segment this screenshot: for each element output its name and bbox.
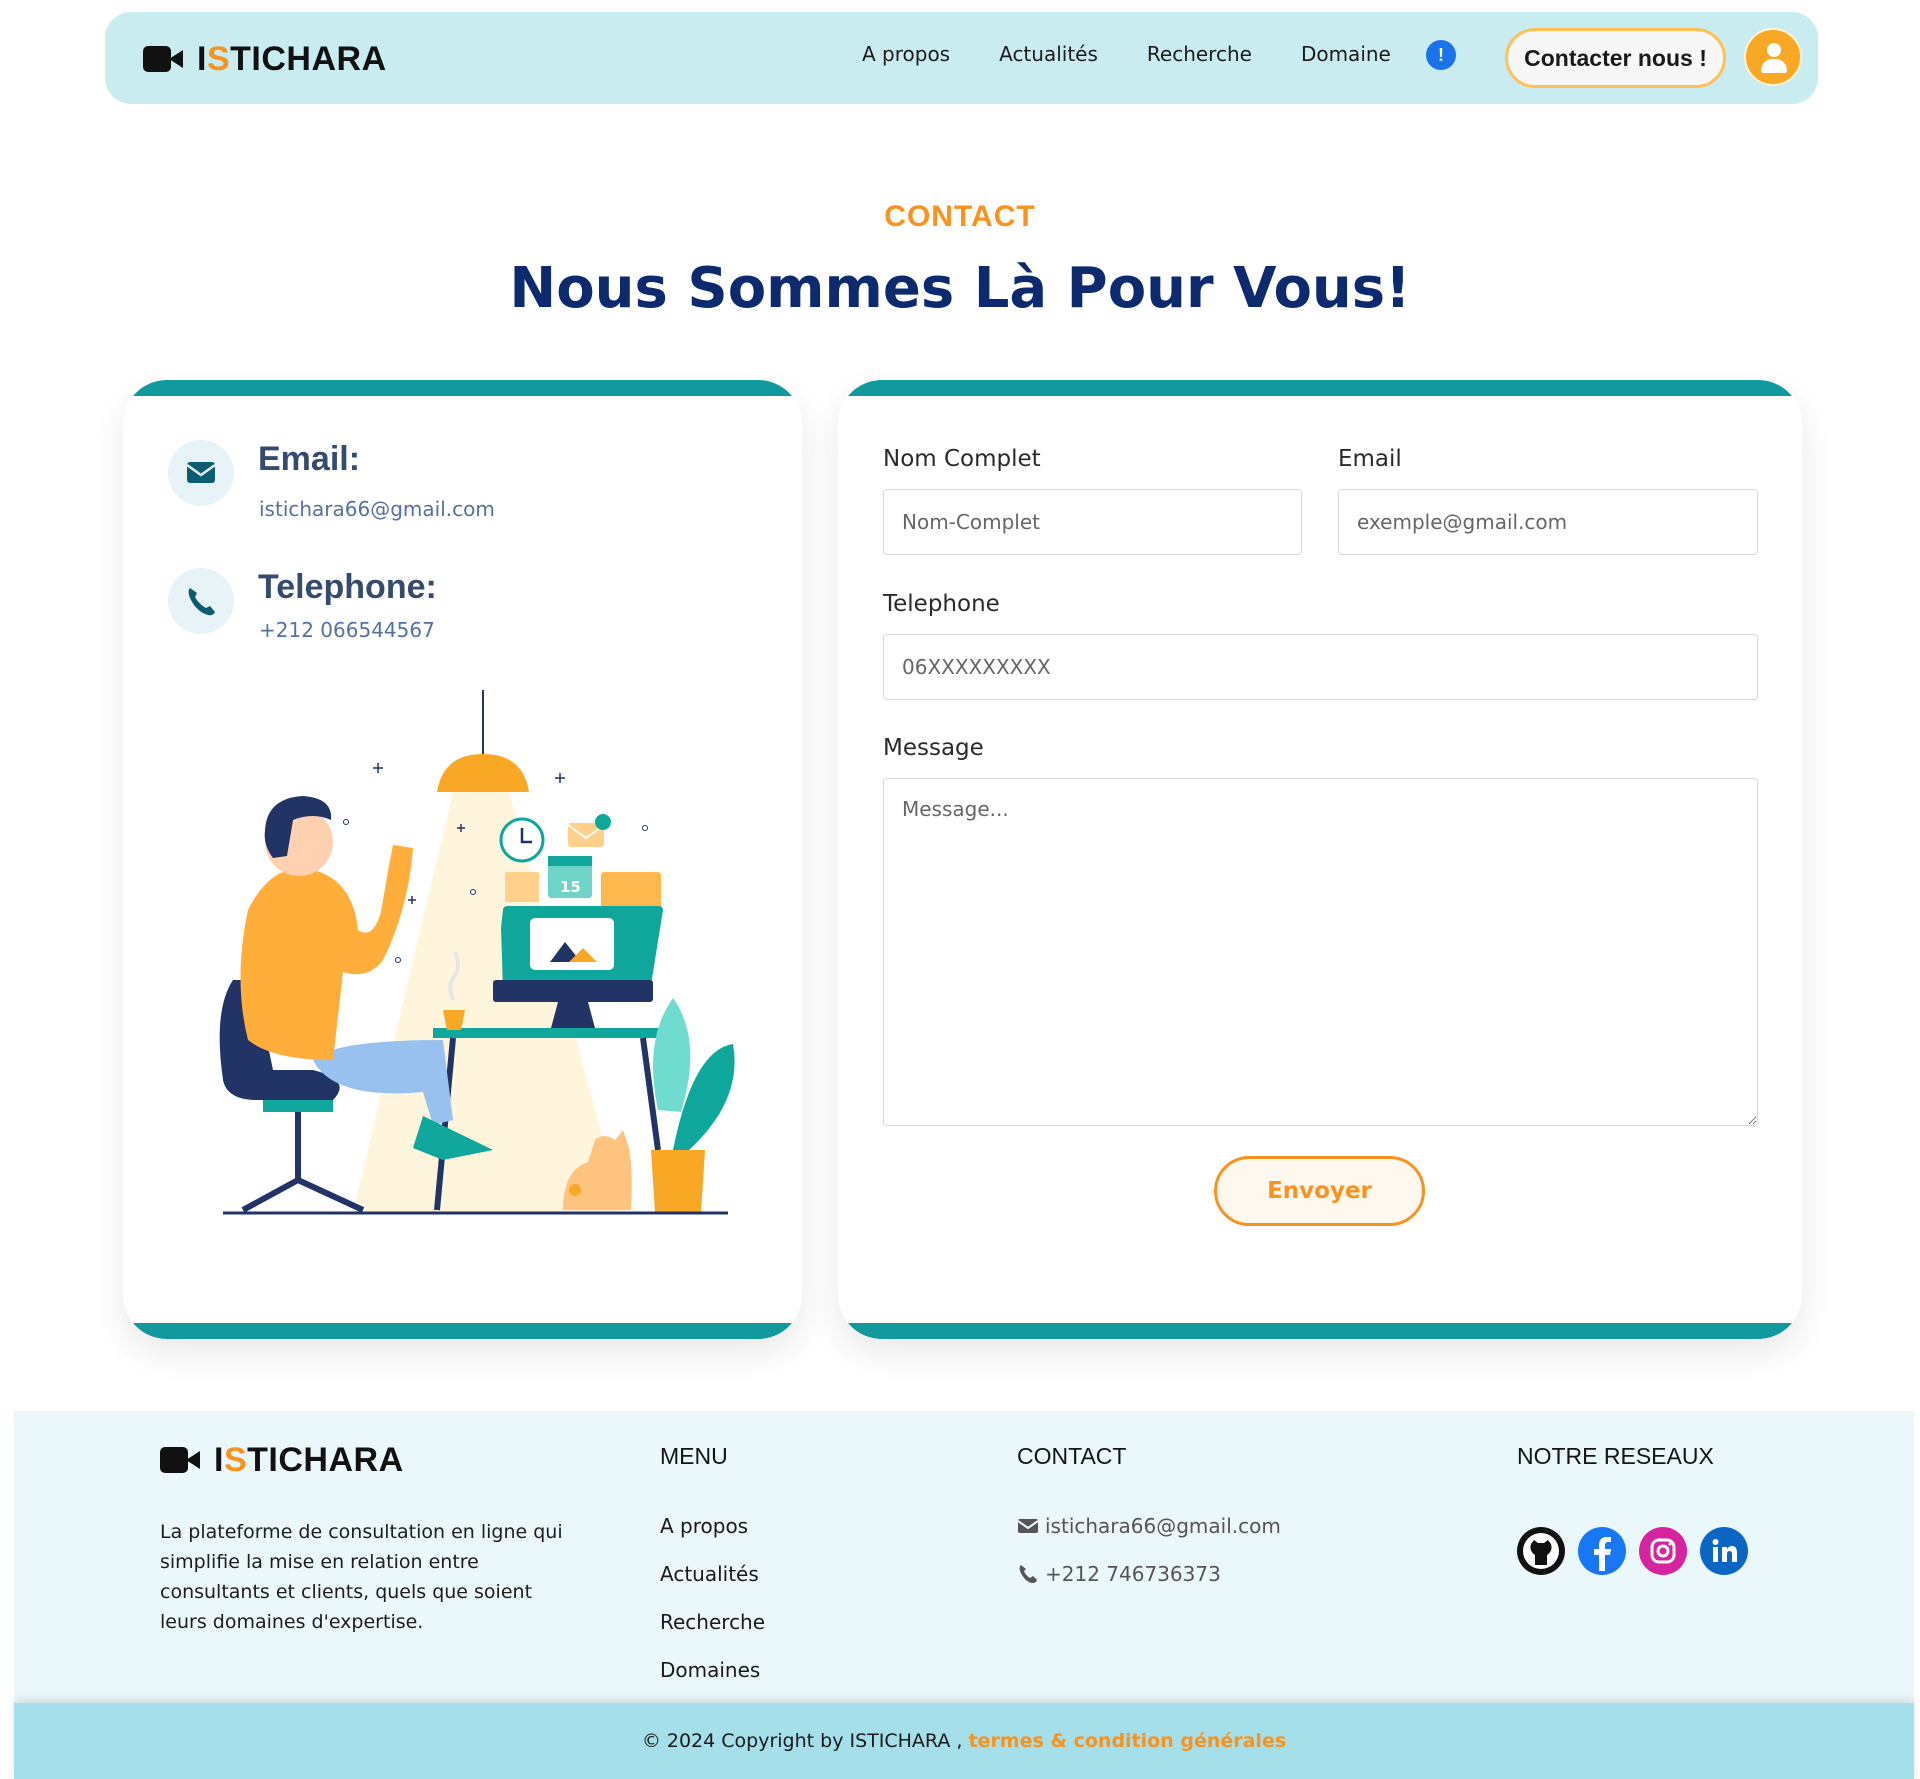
email-heading: Email: [258,440,361,478]
footer-brand-name: ISTICHARA [214,1441,404,1479]
svg-text:15: 15 [560,878,581,896]
phone-label: Telephone [883,591,1000,617]
footer-phone[interactable]: +212 746736373 [1017,1562,1221,1586]
phone-input[interactable] [883,634,1758,700]
message-textarea[interactable] [883,778,1758,1126]
message-label: Message [883,735,984,761]
user-avatar-icon[interactable] [1744,28,1802,86]
nav-link-actualites[interactable]: Actualités [999,42,1098,66]
footer-menu-title: MENU [660,1443,728,1469]
section-label: CONTACT [884,200,1036,233]
full-name-input[interactable] [883,489,1302,555]
email-input[interactable] [1338,489,1758,555]
envelope-icon [168,440,234,506]
social-links [1517,1527,1761,1575]
phone-icon [168,568,234,634]
contact-form-card: Nom Complet Email Telephone Message Envo… [838,380,1802,1339]
send-button[interactable]: Envoyer [1214,1156,1425,1226]
phone-heading: Telephone: [258,568,437,606]
email-label: Email [1338,446,1402,472]
page-title: Nous Sommes Là Pour Vous! [509,256,1411,321]
phone-value[interactable]: +212 066544567 [259,618,435,642]
phone-icon [1019,1565,1037,1583]
nav-links: A propos Actualités Recherche Domaine [862,42,1440,66]
footer-link-a-propos[interactable]: A propos [660,1514,748,1538]
footer-phone-text: +212 746736373 [1045,1562,1221,1586]
copyright-text: © 2024 Copyright by ISTICHARA , [641,1730,963,1752]
footer-description: La plateforme de consultation en ligne q… [160,1521,563,1633]
envelope-icon [1017,1519,1039,1533]
brand-name: ISTICHARA [197,40,387,78]
footer-brand-logo[interactable]: ISTICHARA [160,1443,404,1477]
footer-link-recherche[interactable]: Recherche [660,1610,765,1634]
email-value[interactable]: istichara66@gmail.com [259,497,495,521]
nav-link-recherche[interactable]: Recherche [1147,42,1252,66]
video-camera-icon [143,46,185,72]
footer-contact-title: CONTACT [1017,1443,1127,1469]
contact-info-card: Email: istichara66@gmail.com Telephone: … [123,380,802,1339]
github-icon[interactable] [1517,1527,1565,1575]
brand-logo[interactable]: ISTICHARA [143,42,387,76]
contact-us-button[interactable]: Contacter nous ! [1505,28,1726,88]
terms-link[interactable]: termes & condition générales [968,1730,1286,1752]
video-camera-icon [160,1447,202,1473]
footer-link-actualites[interactable]: Actualités [660,1562,759,1586]
footer-email[interactable]: istichara66@gmail.com [1017,1514,1281,1538]
footer-link-domaines[interactable]: Domaines [660,1658,760,1682]
footer-email-text: istichara66@gmail.com [1045,1514,1281,1538]
nav-link-a-propos[interactable]: A propos [862,42,950,66]
footer-social-title: NOTRE RESEAUX [1517,1443,1714,1469]
copyright-bar: © 2024 Copyright by ISTICHARA , termes &… [14,1703,1914,1779]
footer: ISTICHARA La plateforme de consultation … [14,1411,1914,1703]
instagram-icon[interactable] [1639,1527,1687,1575]
name-label: Nom Complet [883,446,1041,472]
linkedin-icon[interactable] [1700,1527,1748,1575]
facebook-icon[interactable] [1578,1527,1626,1575]
alert-info-icon[interactable]: ! [1426,40,1456,70]
workspace-illustration: 15 [219,690,735,1215]
nav-link-domaine[interactable]: Domaine [1301,42,1391,66]
navbar: ISTICHARA A propos Actualités Recherche … [105,12,1818,104]
